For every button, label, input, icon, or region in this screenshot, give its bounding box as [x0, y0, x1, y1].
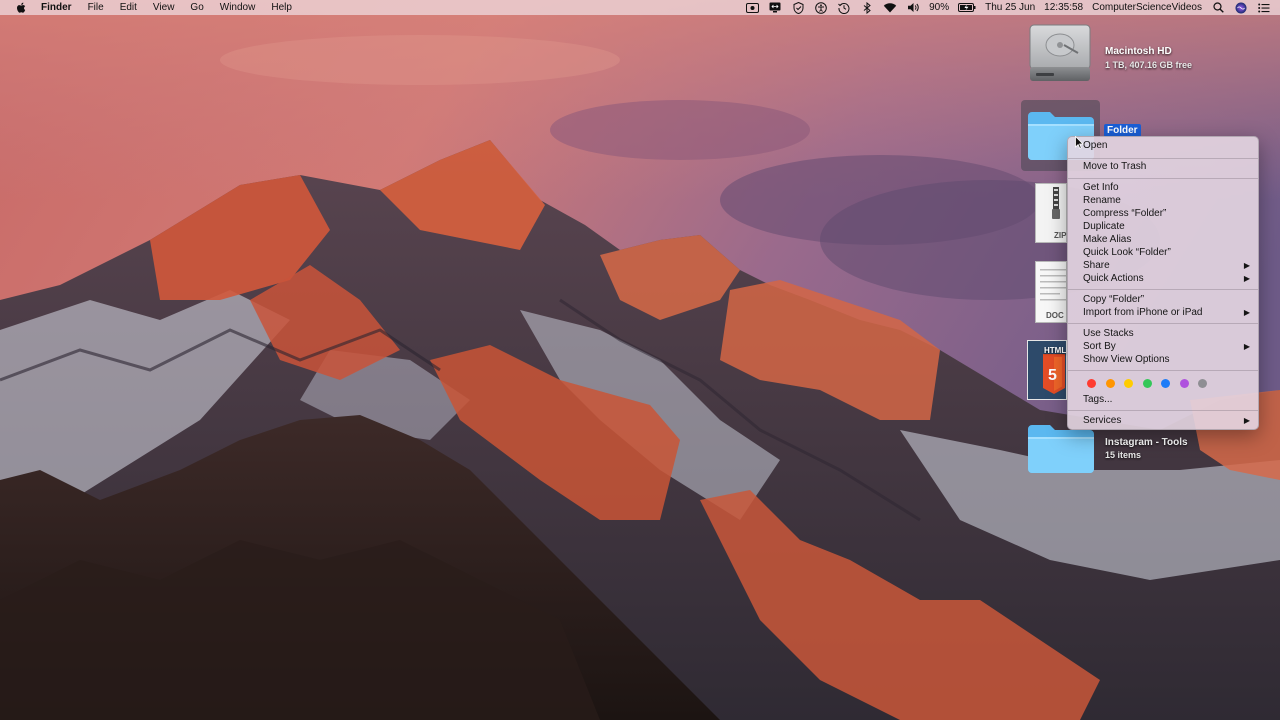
- menu-item-duplicate[interactable]: Duplicate: [1068, 220, 1258, 233]
- teamviewer-icon[interactable]: [768, 2, 782, 14]
- macintosh-hd-info: 1 TB, 407.16 GB free: [1105, 60, 1193, 70]
- menu-item-import-from-iphone[interactable]: Import from iPhone or iPad ▶: [1068, 306, 1258, 319]
- tag-color-dot[interactable]: [1142, 379, 1152, 388]
- menu-item-share[interactable]: Share ▶: [1068, 259, 1258, 272]
- tag-color-dot[interactable]: [1179, 379, 1189, 388]
- menu-separator: [1068, 323, 1258, 324]
- menu-finder[interactable]: Finder: [41, 0, 72, 15]
- apple-logo-icon[interactable]: [16, 2, 28, 14]
- menu-separator: [1068, 370, 1258, 371]
- tag-color-dot[interactable]: [1105, 379, 1115, 388]
- menu-separator: [1068, 410, 1258, 411]
- menu-window[interactable]: Window: [220, 0, 256, 15]
- macintosh-hd-label[interactable]: Macintosh HD: [1105, 46, 1172, 57]
- menu-separator: [1068, 158, 1258, 159]
- context-menu: Open Move to Trash Get Info Rename Compr…: [1067, 136, 1259, 430]
- menu-item-get-info[interactable]: Get Info: [1068, 181, 1258, 194]
- battery-charging-icon[interactable]: [958, 2, 976, 14]
- antivirus-icon[interactable]: [791, 1, 805, 14]
- menubar-time[interactable]: 12:35:58: [1044, 0, 1083, 15]
- tag-color-dot[interactable]: [1161, 379, 1170, 388]
- menubar-user[interactable]: ComputerScienceVideos: [1092, 0, 1202, 15]
- time-machine-icon[interactable]: [837, 2, 851, 14]
- menu-item-use-stacks[interactable]: Use Stacks: [1068, 327, 1258, 340]
- wifi-icon[interactable]: [883, 2, 897, 14]
- menu-item-move-to-trash[interactable]: Move to Trash: [1068, 160, 1258, 173]
- spotlight-search-icon[interactable]: [1211, 2, 1225, 14]
- menu-help[interactable]: Help: [271, 0, 292, 15]
- menu-item-rename[interactable]: Rename: [1068, 194, 1258, 207]
- accessibility-icon[interactable]: [814, 1, 828, 14]
- menu-bar: Finder File Edit View Go Window Help 90%…: [0, 0, 1280, 15]
- volume-icon[interactable]: [906, 2, 920, 14]
- macintosh-hd-icon[interactable]: [1028, 23, 1092, 90]
- bluetooth-icon[interactable]: [860, 1, 874, 14]
- submenu-arrow-icon: ▶: [1243, 308, 1250, 317]
- menu-item-tags[interactable]: Tags...: [1068, 393, 1258, 406]
- menu-separator: [1068, 178, 1258, 179]
- siri-icon[interactable]: [1234, 2, 1248, 14]
- instagram-tools-info: 15 items: [1105, 450, 1142, 460]
- zip-file-badge: ZIP: [1054, 231, 1067, 240]
- menu-file[interactable]: File: [88, 0, 104, 15]
- submenu-arrow-icon: ▶: [1243, 274, 1250, 283]
- menu-item-show-view-options[interactable]: Show View Options: [1068, 353, 1258, 366]
- menu-go[interactable]: Go: [190, 0, 203, 15]
- notification-center-icon[interactable]: [1257, 2, 1271, 14]
- menu-item-make-alias[interactable]: Make Alias: [1068, 233, 1258, 246]
- menu-item-services[interactable]: Services ▶: [1068, 414, 1258, 427]
- tag-color-dot[interactable]: [1198, 379, 1207, 388]
- tag-color-dot[interactable]: [1124, 379, 1133, 388]
- doc-file-badge: DOC: [1046, 311, 1064, 320]
- mouse-pointer-icon: [1075, 135, 1084, 154]
- submenu-arrow-icon: ▶: [1243, 261, 1250, 270]
- html-file-badge: HTML: [1044, 346, 1067, 355]
- menu-view[interactable]: View: [153, 0, 175, 15]
- menu-item-copy[interactable]: Copy “Folder”: [1068, 293, 1258, 306]
- submenu-arrow-icon: ▶: [1243, 416, 1250, 425]
- battery-percentage[interactable]: 90%: [929, 0, 949, 15]
- instagram-tools-label[interactable]: Instagram - Tools: [1105, 437, 1188, 448]
- menu-separator: [1068, 289, 1258, 290]
- menu-item-open[interactable]: Open: [1068, 139, 1258, 152]
- submenu-arrow-icon: ▶: [1243, 342, 1250, 351]
- menu-item-compress[interactable]: Compress “Folder”: [1068, 207, 1258, 220]
- menu-item-sort-by[interactable]: Sort By ▶: [1068, 340, 1258, 353]
- svg-text:5: 5: [1048, 367, 1057, 384]
- menu-item-quick-look[interactable]: Quick Look “Folder”: [1068, 246, 1258, 259]
- tag-color-dot[interactable]: [1087, 379, 1096, 388]
- screen-record-icon[interactable]: [745, 2, 759, 14]
- menu-edit[interactable]: Edit: [120, 0, 137, 15]
- menubar-date[interactable]: Thu 25 Jun: [985, 0, 1035, 15]
- menu-item-quick-actions[interactable]: Quick Actions ▶: [1068, 272, 1258, 285]
